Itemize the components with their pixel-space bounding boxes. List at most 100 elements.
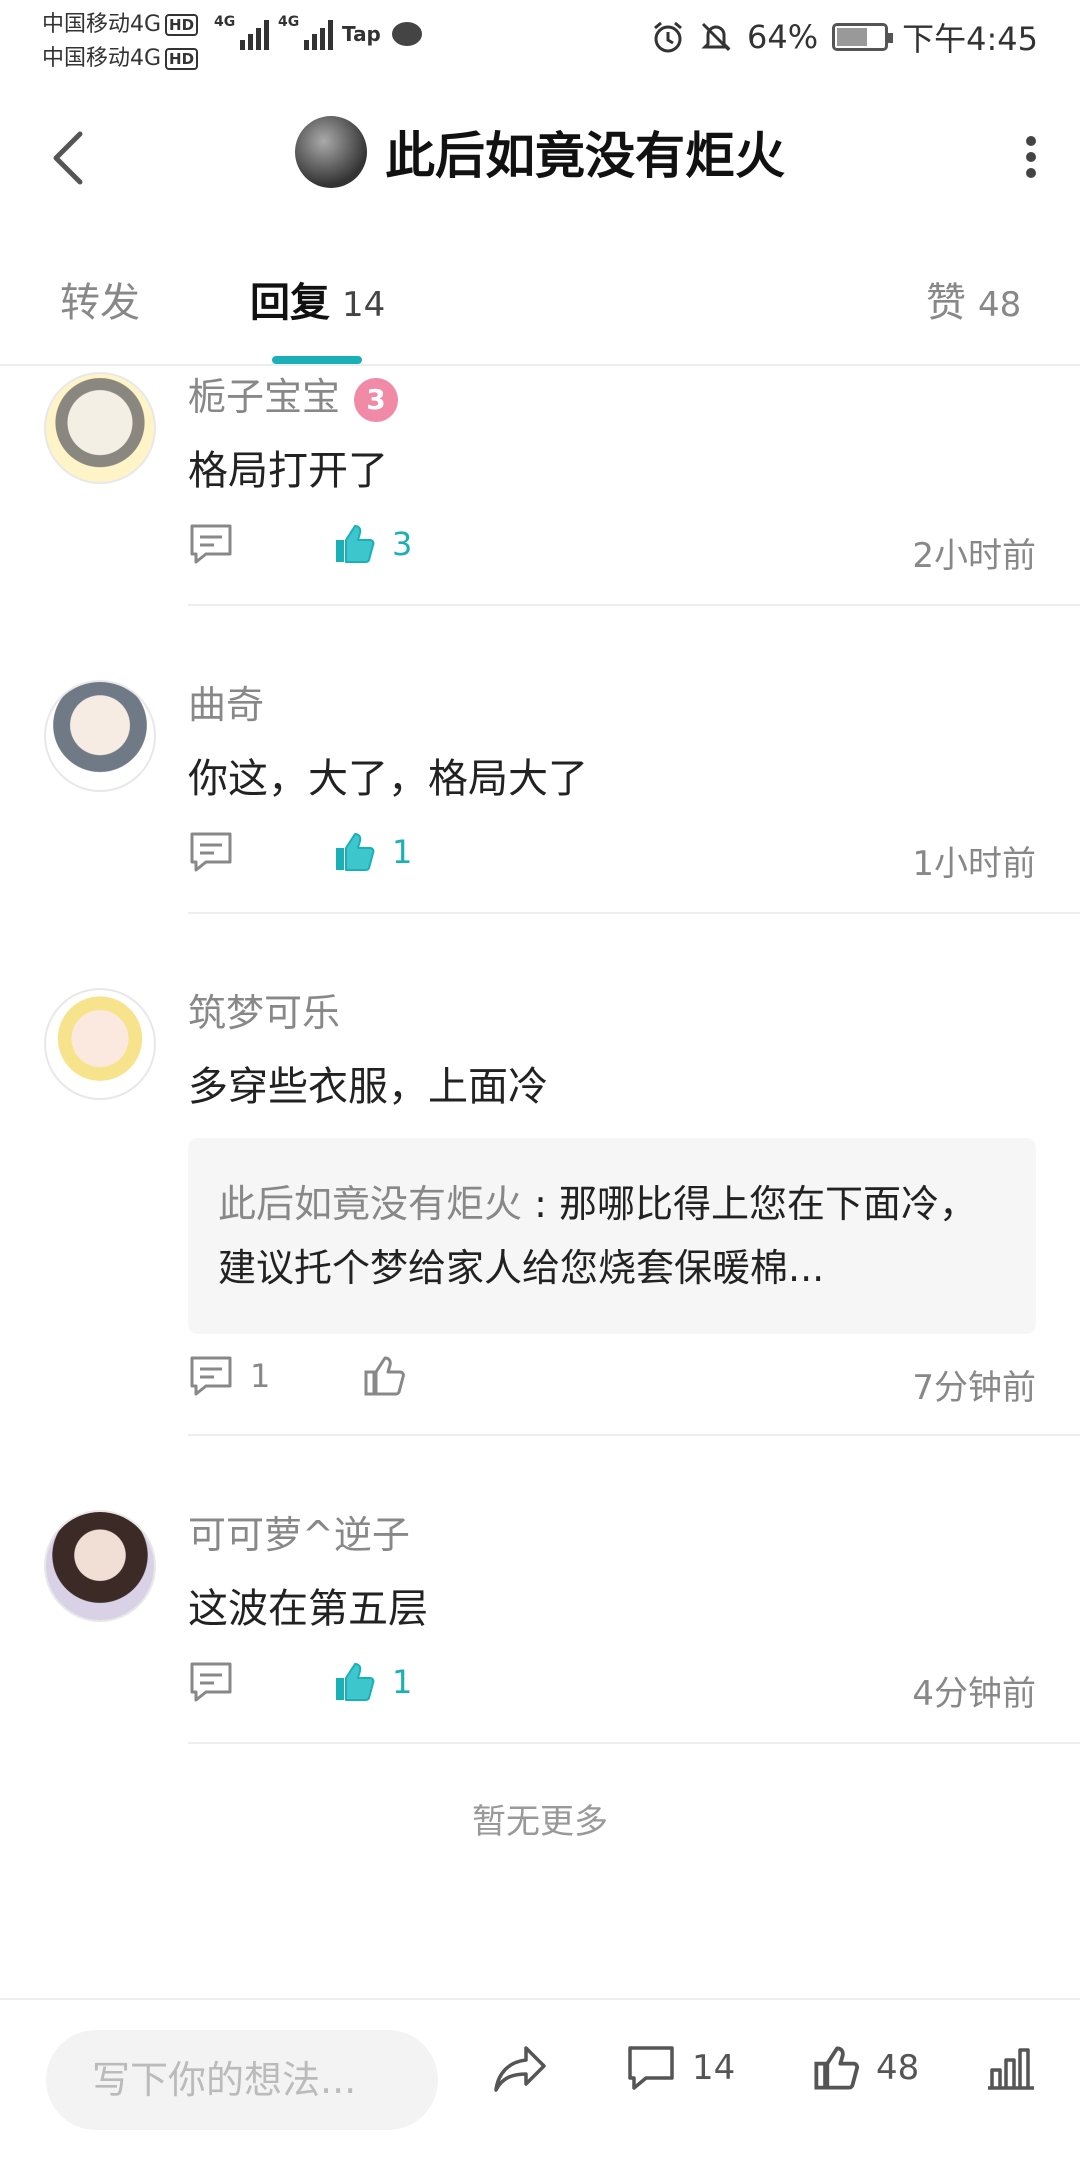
comment-author[interactable]: 可可萝^逆子 [188,1504,410,1559]
comments-button[interactable]: 14 [626,2044,735,2092]
like-button[interactable]: 3 [332,522,412,566]
signal-icon-2: 4G [278,14,334,50]
comment-author[interactable]: 筑梦可乐 [188,982,340,1037]
tab-repost[interactable]: 转发 [60,270,140,328]
page-title: 此后如竟没有炬火 [385,127,785,185]
like-count: 1 [392,833,413,871]
level-badge: 3 [354,377,399,422]
thumbs-up-icon [814,2046,860,2090]
bar-chart-icon [988,2048,1034,2090]
comment-item: 曲奇 你这，大了，格局大了 1 1小时前 [0,674,1080,914]
comment-count: 14 [692,2048,736,2088]
more-options-icon[interactable] [1024,136,1038,178]
comment-icon [190,832,232,872]
tab-bar: 转发 回复 14 赞 48 [0,262,1080,366]
tab-replies-count: 14 [342,285,386,325]
like-count: 3 [392,525,413,563]
mute-bell-icon [701,22,731,52]
hd-badge: HD [165,48,199,70]
avatar[interactable] [44,988,156,1100]
carrier-1: 中国移动4G HD [42,6,199,38]
quoted-reply[interactable]: 此后如竟没有炬火 : 那哪比得上您在下面冷，建议托个梦给家人给您烧套保暖棉... [188,1138,1036,1334]
message-notification-icon [392,22,422,46]
tab-repost-label: 转发 [60,280,140,326]
battery-fill [837,28,867,46]
bottom-bar: 写下你的想法... 14 48 [0,1998,1080,2160]
comment-bubble-icon [628,2046,674,2090]
comment-item: 栀子宝宝 3 格局打开了 3 2小时前 [0,366,1080,606]
battery-percent: 64% [747,18,819,56]
comment-time: 4分钟前 [912,1674,1036,1714]
like-button[interactable] [362,1354,422,1398]
comment-text[interactable]: 格局打开了 [188,438,388,496]
no-more-text: 暂无更多 [472,1802,608,1842]
like-button[interactable]: 1 [332,830,412,874]
like-button[interactable]: 1 [332,1660,412,1704]
status-bar: 中国移动4G HD 中国移动4G HD 4G 4G Tap 64% 下午4:45 [0,0,1080,72]
battery-icon [832,23,894,51]
comment-actions: 1 1小时前 [188,830,1036,890]
signal-icon: 4G [214,14,270,50]
comment-time: 1小时前 [912,844,1036,884]
tab-active-indicator [272,356,362,364]
hd-badge: HD [165,14,199,36]
author-avatar[interactable] [295,116,367,188]
comment-input[interactable]: 写下你的想法... [46,2030,438,2130]
thumbs-up-icon [336,833,375,871]
comment-time: 7分钟前 [912,1368,1036,1408]
comment-icon [190,524,232,564]
comment-text[interactable]: 你这，大了，格局大了 [188,746,588,804]
comment-icon [190,1662,232,1702]
network-type-2: 4G [278,14,300,30]
header: 此后如竟没有炬火 [0,80,1080,230]
status-right: 64% 下午4:45 [651,14,1038,60]
network-type-1: 4G [214,14,236,30]
comment-icon [190,1356,232,1396]
reply-button[interactable] [188,830,250,874]
divider [188,912,1080,914]
comment-text[interactable]: 多穿些衣服，上面冷 [188,1054,548,1112]
carrier-2: 中国移动4G HD [42,40,199,72]
divider [188,1434,1080,1436]
comment-item: 可可萝^逆子 这波在第五层 1 4分钟前 [0,1504,1080,1744]
reply-button[interactable] [188,1660,250,1704]
quoted-reply-author[interactable]: 此后如竟没有炬火 [218,1182,522,1226]
thumbs-up-icon [364,1356,405,1396]
reply-count: 1 [250,1357,271,1395]
clock: 下午4:45 [902,20,1038,58]
comment-time: 2小时前 [912,536,1036,576]
tab-likes-count: 48 [978,285,1022,325]
carrier-2-label: 中国移动4G [42,46,162,71]
tab-likes-label: 赞 [926,280,966,326]
stats-button[interactable] [986,2044,1036,2092]
tap-app-icon: Tap [342,22,381,46]
like-post-button[interactable]: 48 [812,2044,919,2092]
alarm-icon [654,21,682,53]
avatar[interactable] [44,680,156,792]
reply-button[interactable]: 1 [188,1354,270,1398]
comment-author[interactable]: 曲奇 [188,674,264,729]
like-count: 48 [876,2048,920,2088]
tab-likes[interactable]: 赞 48 [926,270,1021,328]
thumbs-up-icon [336,525,375,563]
like-count: 1 [392,1663,413,1701]
reply-button[interactable] [188,522,250,566]
comment-author[interactable]: 栀子宝宝 3 [188,366,399,422]
comment-author-name: 栀子宝宝 [188,375,341,419]
tab-replies-label: 回复 [250,280,330,326]
avatar[interactable] [44,372,156,484]
tab-replies[interactable]: 回复 14 [250,270,385,328]
divider [188,1742,1080,1744]
comment-text[interactable]: 这波在第五层 [188,1576,428,1634]
divider [188,604,1080,606]
comment-actions: 1 7分钟前 [188,1354,1036,1414]
comment-actions: 1 4分钟前 [188,1660,1036,1720]
avatar[interactable] [44,1510,156,1622]
share-icon [494,2046,546,2092]
comment-item: 筑梦可乐 多穿些衣服，上面冷 此后如竟没有炬火 : 那哪比得上您在下面冷，建议托… [0,982,1080,1436]
comment-actions: 3 2小时前 [188,522,1036,582]
header-title-group[interactable]: 此后如竟没有炬火 [0,116,1080,188]
thumbs-up-icon [336,1663,375,1701]
carrier-1-label: 中国移动4G [42,12,162,37]
share-button[interactable] [492,2044,548,2094]
